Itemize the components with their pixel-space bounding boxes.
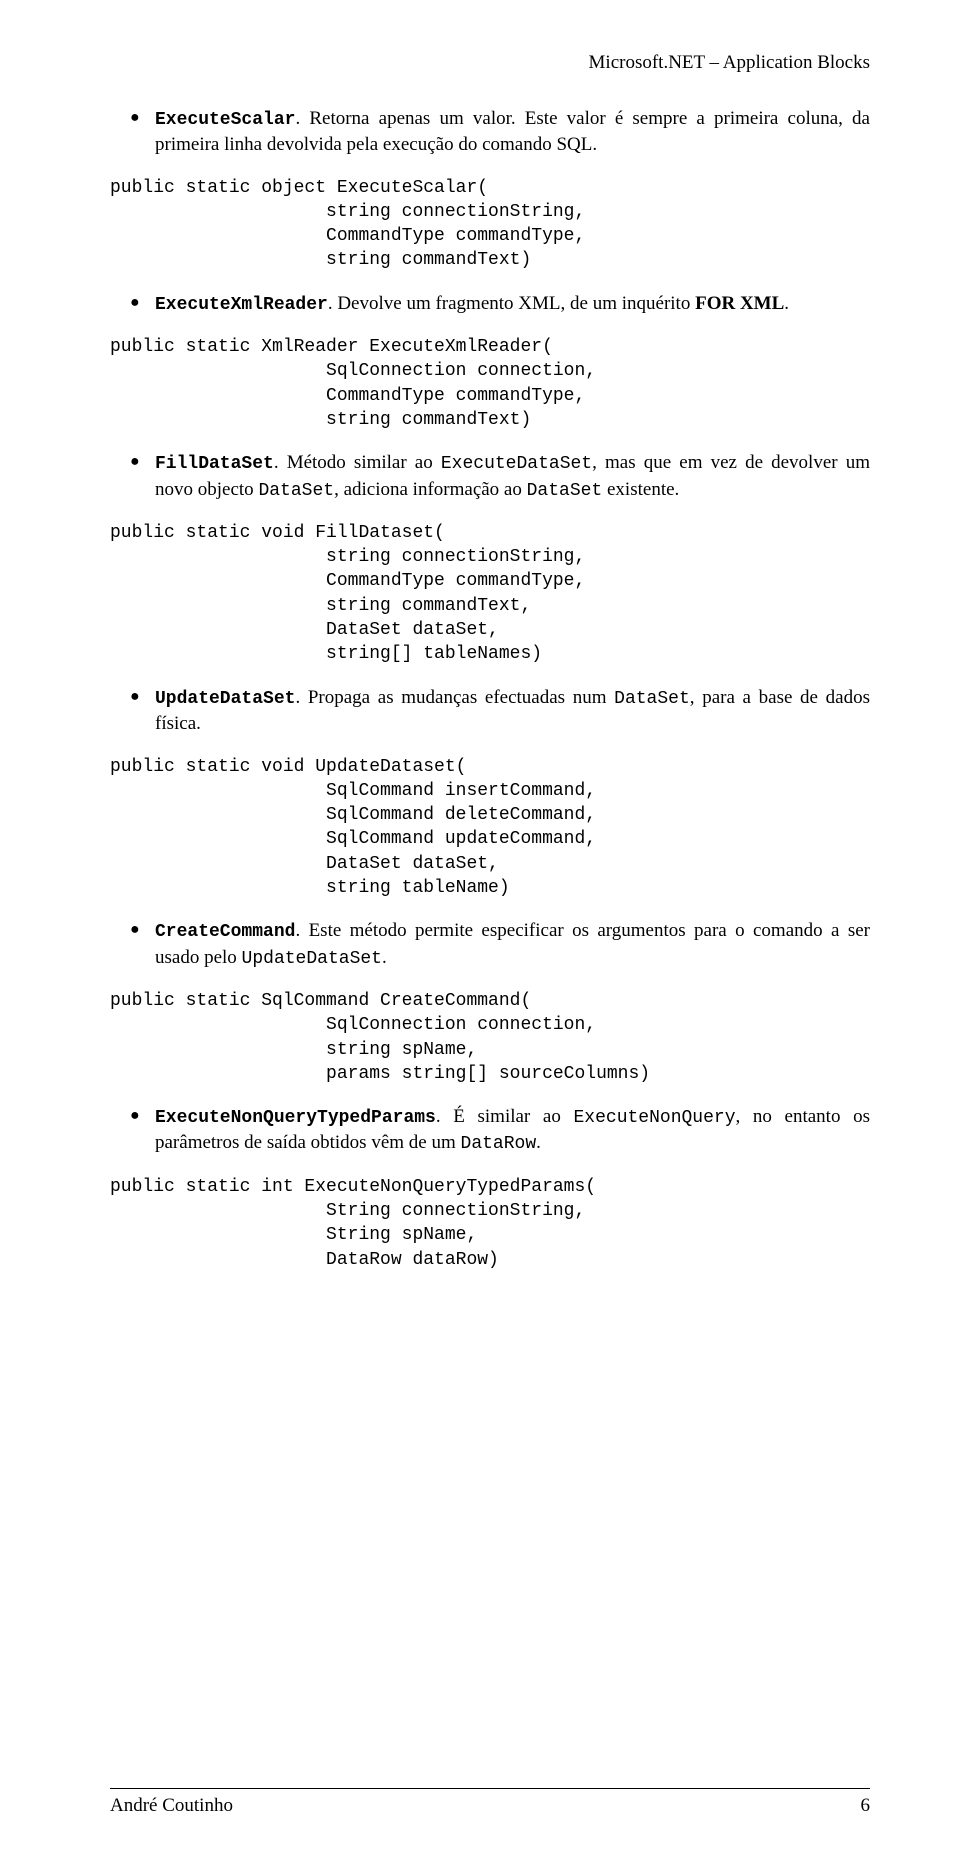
code-block: public static SqlCommand CreateCommand( … xyxy=(110,989,870,1086)
method-name: ExecuteXmlReader xyxy=(155,295,328,315)
desc-mid2: , adiciona informação ao xyxy=(334,479,527,500)
code-inline: DataSet xyxy=(527,481,603,501)
bullet-icon: ● xyxy=(130,1104,155,1128)
item-desc: UpdateDataSet. Propaga as mudanças efect… xyxy=(155,685,870,737)
desc-text: . Método similar ao xyxy=(274,452,441,473)
method-name: UpdateDataSet xyxy=(155,689,295,709)
code-inline: DataSet xyxy=(614,689,690,709)
item-updatedataset: ● UpdateDataSet. Propaga as mudanças efe… xyxy=(110,685,870,737)
item-filldataset: ● FillDataSet. Método similar ao Execute… xyxy=(110,450,870,503)
desc-text: . É similar ao xyxy=(436,1106,574,1127)
item-desc: ExecuteScalar. Retorna apenas um valor. … xyxy=(155,106,870,158)
desc-after: existente. xyxy=(602,479,679,500)
item-executexmlreader: ● ExecuteXmlReader. Devolve um fragmento… xyxy=(110,291,870,317)
footer-divider xyxy=(110,1788,870,1789)
code-inline: ExecuteDataSet xyxy=(441,454,592,474)
item-desc: ExecuteNonQueryTypedParams. É similar ao… xyxy=(155,1104,870,1157)
bullet-icon: ● xyxy=(130,291,155,315)
bullet-icon: ● xyxy=(130,918,155,942)
code-inline: DataSet xyxy=(258,481,334,501)
desc-bold: FOR XML xyxy=(695,293,784,314)
method-name: CreateCommand xyxy=(155,922,295,942)
item-desc: FillDataSet. Método similar ao ExecuteDa… xyxy=(155,450,870,503)
bullet-icon: ● xyxy=(130,685,155,709)
code-block: public static object ExecuteScalar( stri… xyxy=(110,176,870,273)
bullet-icon: ● xyxy=(130,106,155,130)
footer-author: André Coutinho xyxy=(110,1793,233,1819)
code-inline: DataRow xyxy=(461,1134,537,1154)
desc-text: . Propaga as mudanças efectuadas num xyxy=(295,687,614,708)
desc-after: . xyxy=(784,293,789,314)
desc-text: . Devolve um fragmento XML, de um inquér… xyxy=(328,293,695,314)
page: Microsoft.NET – Application Blocks ● Exe… xyxy=(0,0,960,1849)
header-title: Microsoft.NET – Application Blocks xyxy=(110,50,870,76)
method-name: ExecuteNonQueryTypedParams xyxy=(155,1108,436,1128)
item-executescalar: ● ExecuteScalar. Retorna apenas um valor… xyxy=(110,106,870,158)
item-desc: CreateCommand. Este método permite espec… xyxy=(155,918,870,971)
item-executenonquerytypedparams: ● ExecuteNonQueryTypedParams. É similar … xyxy=(110,1104,870,1157)
code-block: public static int ExecuteNonQueryTypedPa… xyxy=(110,1175,870,1272)
footer-page-number: 6 xyxy=(861,1793,871,1819)
bullet-icon: ● xyxy=(130,450,155,474)
method-name: FillDataSet xyxy=(155,454,274,474)
desc-after: . xyxy=(382,947,387,968)
desc-after: . xyxy=(536,1132,541,1153)
item-desc: ExecuteXmlReader. Devolve um fragmento X… xyxy=(155,291,870,317)
code-inline: ExecuteNonQuery xyxy=(573,1108,735,1128)
item-createcommand: ● CreateCommand. Este método permite esp… xyxy=(110,918,870,971)
method-name: ExecuteScalar xyxy=(155,110,295,130)
code-block: public static XmlReader ExecuteXmlReader… xyxy=(110,335,870,432)
code-block: public static void FillDataset( string c… xyxy=(110,521,870,667)
code-inline: UpdateDataSet xyxy=(242,949,382,969)
code-block: public static void UpdateDataset( SqlCom… xyxy=(110,755,870,901)
footer: André Coutinho 6 xyxy=(110,1788,870,1819)
